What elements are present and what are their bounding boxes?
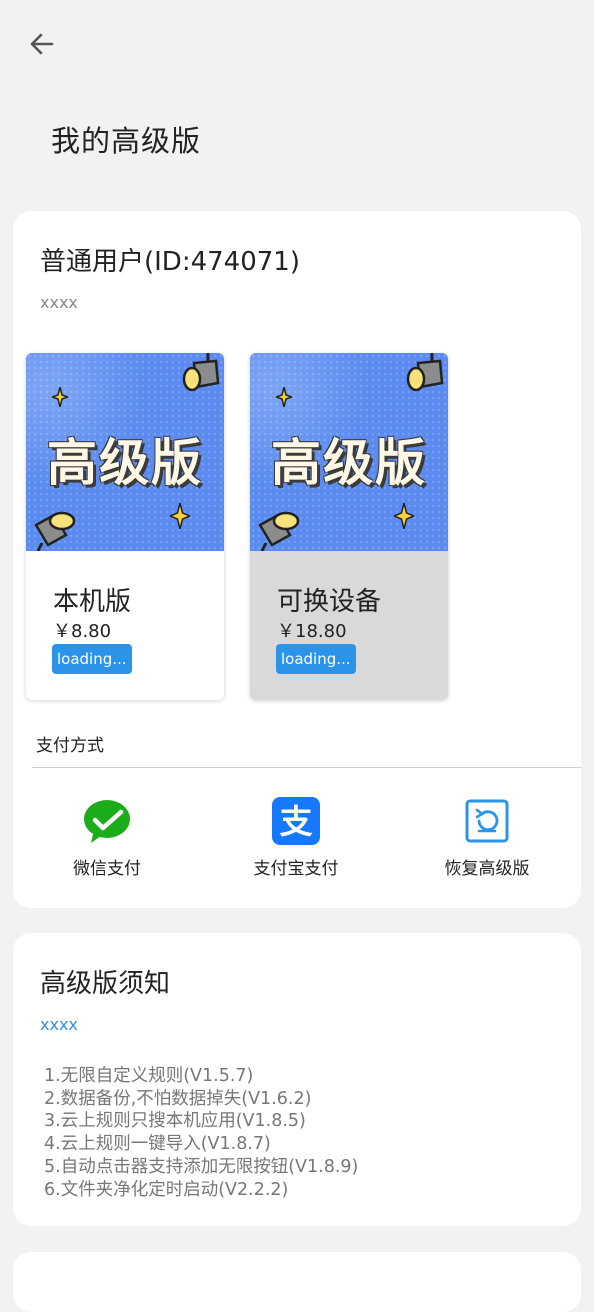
wechat-pay-label: 微信支付 xyxy=(73,859,141,879)
svg-text:支: 支 xyxy=(280,802,313,841)
plan-banner: 高级版 xyxy=(26,353,224,551)
restore-icon xyxy=(465,799,509,843)
alipay-button[interactable]: 支 支付宝支付 xyxy=(221,797,371,887)
feature-item: 5.自动点击器支持添加无限按钮(V1.8.9) xyxy=(44,1156,359,1177)
restore-premium-button[interactable]: 恢复高级版 xyxy=(412,797,562,887)
user-status: 普通用户(ID:474071) xyxy=(40,247,300,277)
back-button[interactable] xyxy=(24,26,60,62)
payment-method-label: 支付方式 xyxy=(36,736,104,756)
plan-price: ￥18.80 xyxy=(277,621,347,642)
feature-list: 1.无限自定义规则(V1.5.7) 2.数据备份,不怕数据掉失(V1.6.2) … xyxy=(44,1065,358,1201)
plan-status-badge: loading... xyxy=(276,644,356,674)
spotlight-icon xyxy=(258,511,300,551)
plan-card-transferable[interactable]: 高级版 可换设备 ￥18.80 loading... xyxy=(250,353,448,700)
sparkle-icon xyxy=(276,387,292,407)
wechat-icon xyxy=(84,800,130,843)
plan-price: ￥8.80 xyxy=(53,621,112,642)
notice-title: 高级版须知 xyxy=(40,969,171,999)
spotlight-icon xyxy=(406,353,444,392)
arrow-left-icon xyxy=(30,33,54,55)
divider xyxy=(32,767,581,768)
user-subtitle: xxxx xyxy=(40,293,78,312)
feature-item: 3.云上规则只搜本机应用(V1.8.5) xyxy=(44,1111,306,1132)
next-card xyxy=(13,1252,581,1312)
banner-text: 高级版 xyxy=(47,434,203,492)
alipay-icon: 支 xyxy=(272,797,320,845)
membership-card: 普通用户(ID:474071) xxxx 高级版 本机版 ￥8.80 loadi… xyxy=(13,211,581,908)
spotlight-icon xyxy=(182,353,220,392)
banner-text: 高级版 xyxy=(271,434,427,492)
feature-item: 1.无限自定义规则(V1.5.7) xyxy=(44,1066,254,1086)
restore-label: 恢复高级版 xyxy=(444,859,530,879)
feature-item: 2.数据备份,不怕数据掉失(V1.6.2) xyxy=(44,1088,312,1109)
plan-name: 本机版 xyxy=(53,587,132,617)
plan-banner: 高级版 xyxy=(250,353,448,551)
plan-card-local[interactable]: 高级版 本机版 ￥8.80 loading... xyxy=(26,353,224,700)
feature-item: 6.文件夹净化定时启动(V2.2.2) xyxy=(44,1179,289,1200)
plan-name: 可换设备 xyxy=(277,587,382,617)
feature-item: 4.云上规则一键导入(V1.8.7) xyxy=(44,1134,271,1155)
page-title: 我的高级版 xyxy=(51,124,202,158)
plan-status-badge: loading... xyxy=(52,644,132,674)
notice-link[interactable]: xxxx xyxy=(40,1015,78,1034)
notice-card: 高级版须知 xxxx 1.无限自定义规则(V1.5.7) 2.数据备份,不怕数据… xyxy=(13,933,581,1226)
spotlight-icon xyxy=(34,511,76,551)
sparkle-icon xyxy=(52,387,68,407)
sparkle-icon xyxy=(394,503,414,529)
sparkle-icon xyxy=(170,503,190,529)
wechat-pay-button[interactable]: 微信支付 xyxy=(32,797,182,887)
alipay-label: 支付宝支付 xyxy=(253,859,339,879)
